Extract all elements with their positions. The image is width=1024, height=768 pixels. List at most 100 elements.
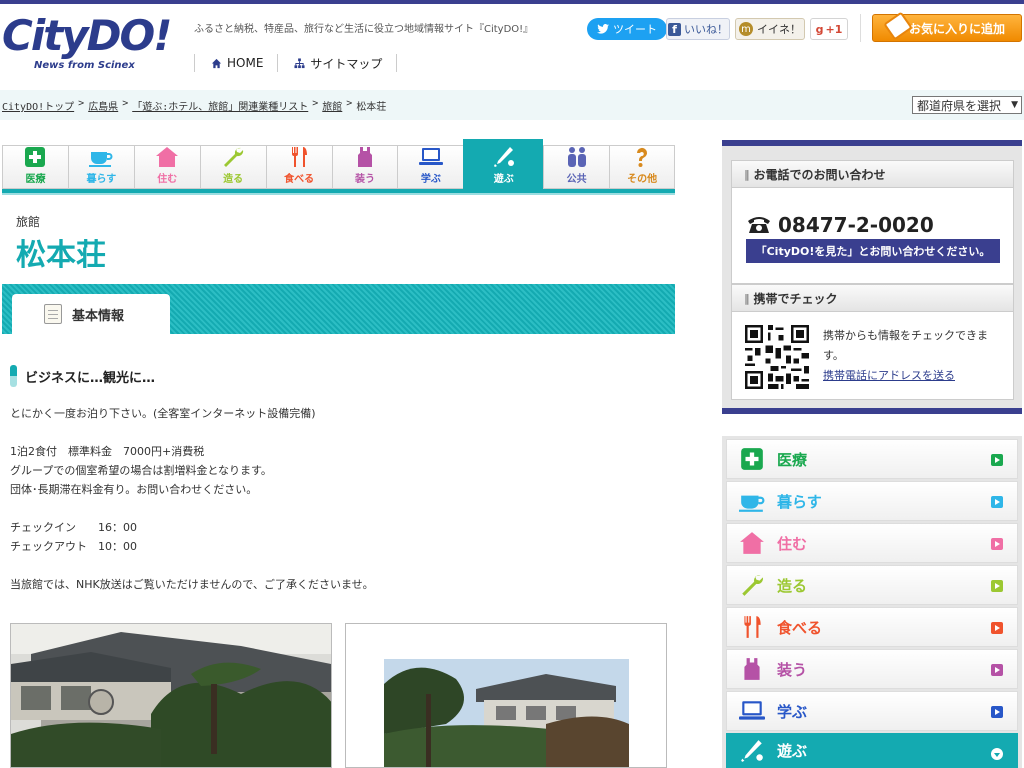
description-line: [10, 556, 660, 575]
sidebar-item-label: 学ぶ: [777, 702, 808, 721]
description-line: チェックイン 16：00: [10, 521, 137, 534]
breadcrumb-top[interactable]: CityDO!トップ: [2, 98, 74, 113]
fork-knife-icon: [744, 616, 761, 638]
breadcrumb: CityDO!トップ > 広島県 > 「遊ぶ:ホテル、旅館」関連業種リスト > 旅館 >…: [2, 98, 387, 113]
tab-food-label: 食べる: [284, 174, 315, 185]
description-line: チェックアウト 10：00: [10, 540, 137, 553]
nav-home[interactable]: HOME: [195, 54, 279, 72]
tab-build[interactable]: 造る: [199, 145, 266, 189]
facebook-like-button[interactable]: f いいね！: [666, 18, 730, 40]
play-arrow-icon: [991, 622, 1003, 634]
sidebar-item-housing[interactable]: 住む: [726, 523, 1018, 563]
google-plus-button[interactable]: g +1: [810, 18, 848, 40]
photo-building[interactable]: [10, 623, 332, 768]
chevron-down-icon: ▼: [1011, 100, 1018, 110]
phone-number[interactable]: 08477-2-0020: [746, 213, 934, 237]
sidebar-item-living[interactable]: 暮らす: [726, 481, 1018, 521]
play-arrow-icon: [991, 454, 1003, 466]
people-icon: [567, 147, 586, 167]
add-favorite-button[interactable]: お気に入りに追加: [872, 11, 1022, 42]
house-icon: [740, 532, 764, 554]
tab-medical[interactable]: 医療: [2, 145, 68, 189]
tab-public-label: 公共: [566, 174, 587, 185]
description-line: とにかく一度お泊り下さい。(全客室インターネット設備完備): [10, 407, 316, 420]
listing-description: とにかく一度お泊り下さい。(全客室インターネット設備完備) 1泊2食付 標準料金…: [10, 404, 660, 594]
site-logo[interactable]: CityDO! News from Scinex: [2, 14, 174, 76]
facebook-icon: f: [668, 22, 681, 36]
dress-icon: [744, 658, 760, 680]
bat-ball-icon: [741, 739, 763, 762]
sidebar-item-food[interactable]: 食べる: [726, 607, 1018, 647]
play-arrow-icon: [991, 664, 1003, 676]
tab-housing[interactable]: 住む: [133, 145, 200, 189]
tab-basic-info[interactable]: 基本情報: [12, 294, 170, 334]
gplus-label: +1: [825, 22, 843, 36]
sidebar-item-label: 医療: [777, 450, 808, 469]
tab-other[interactable]: その他: [609, 145, 676, 189]
sidebar-item-label: 食べる: [777, 618, 823, 637]
tab-build-label: 造る: [223, 174, 244, 185]
wrench-icon: [224, 147, 244, 167]
tab-basic-info-label: 基本情報: [72, 308, 125, 324]
photo-garden[interactable]: [345, 623, 667, 768]
sidebar-item-build[interactable]: 造る: [726, 565, 1018, 605]
nav-sitemap[interactable]: サイトマップ: [278, 54, 398, 72]
logo-subtitle: News from Scinex: [34, 60, 135, 71]
like-label: いいね！: [684, 23, 728, 36]
sidebar-item-label: 遊ぶ: [777, 742, 808, 760]
garden-photo-image: [346, 624, 666, 767]
tweet-button[interactable]: ツイート: [587, 18, 667, 40]
mixi-icon: m: [739, 22, 753, 36]
tab-play[interactable]: 遊ぶ: [463, 139, 544, 189]
site-tagline: ふるさと納税、特産品、旅行など生活に役立つ地域情報サイト『CityDO!』: [194, 24, 534, 35]
breadcrumb-prefecture[interactable]: 広島県: [88, 98, 118, 113]
header-divider: [860, 14, 861, 42]
listing-genre: 旅館: [16, 215, 41, 229]
tab-medical-label: 医療: [25, 174, 46, 185]
tab-play-label: 遊ぶ: [493, 174, 514, 185]
question-icon: [637, 147, 648, 167]
sidebar-item-learn[interactable]: 学ぶ: [726, 691, 1018, 731]
description-line: [10, 423, 660, 442]
tab-housing-label: 住む: [157, 174, 178, 185]
medical-cross-icon: [741, 448, 763, 470]
tab-fashion-label: 装う: [354, 174, 375, 185]
mixi-check-button[interactable]: m イイネ！: [735, 18, 805, 40]
tab-food[interactable]: 食べる: [265, 145, 332, 189]
sidebar-item-label: 造る: [777, 576, 808, 595]
tweet-label: ツイート: [613, 23, 657, 36]
nav-sitemap-label: サイトマップ: [310, 56, 383, 71]
prefecture-select-value: 都道府県を選択: [917, 98, 1002, 113]
qr-code-icon: [745, 325, 809, 389]
tab-fashion[interactable]: 装う: [331, 145, 398, 189]
phone-number-text: 08477-2-0020: [778, 213, 934, 237]
play-arrow-icon: [991, 496, 1003, 508]
sidebar-item-play[interactable]: 遊ぶ: [726, 733, 1018, 768]
bat-ball-icon: [493, 147, 514, 167]
mobile-heading: 携帯でチェック: [731, 284, 1014, 312]
sidebar-item-fashion[interactable]: 装う: [726, 649, 1018, 689]
sidebar-item-medical[interactable]: 医療: [726, 439, 1018, 479]
telephone-icon: [748, 217, 770, 233]
tab-learn[interactable]: 学ぶ: [397, 145, 464, 189]
mobile-text: 携帯からも情報をチェックできます。: [823, 329, 988, 362]
prefecture-select[interactable]: 都道府県を選択 ▼: [912, 96, 1022, 114]
sidebar-item-label: 装う: [777, 660, 808, 679]
heading-marker: [10, 365, 17, 387]
building-photo-image: [11, 624, 331, 767]
dress-icon: [357, 147, 372, 167]
laptop-icon: [739, 701, 765, 720]
wrench-icon: [742, 575, 763, 596]
tab-living[interactable]: 暮らす: [67, 145, 134, 189]
send-mobile-link[interactable]: 携帯電話にアドレスを送る: [823, 369, 955, 382]
top-accent-bar: [0, 0, 1024, 4]
section-heading-text: ビジネスに…観光に…: [25, 370, 156, 386]
breadcrumb-current: 松本荘: [356, 102, 387, 113]
breadcrumb-genre[interactable]: 旅館: [322, 98, 342, 113]
phone-heading: お電話でのお問い合わせ: [731, 160, 1014, 188]
tab-public[interactable]: 公共: [543, 145, 610, 189]
breadcrumb-category-list[interactable]: 「遊ぶ:ホテル、旅館」関連業種リスト: [132, 98, 308, 113]
tab-learn-label: 学ぶ: [420, 174, 441, 185]
sidebar-item-label: 住む: [777, 534, 808, 553]
header-nav: HOME サイトマップ: [194, 54, 398, 72]
